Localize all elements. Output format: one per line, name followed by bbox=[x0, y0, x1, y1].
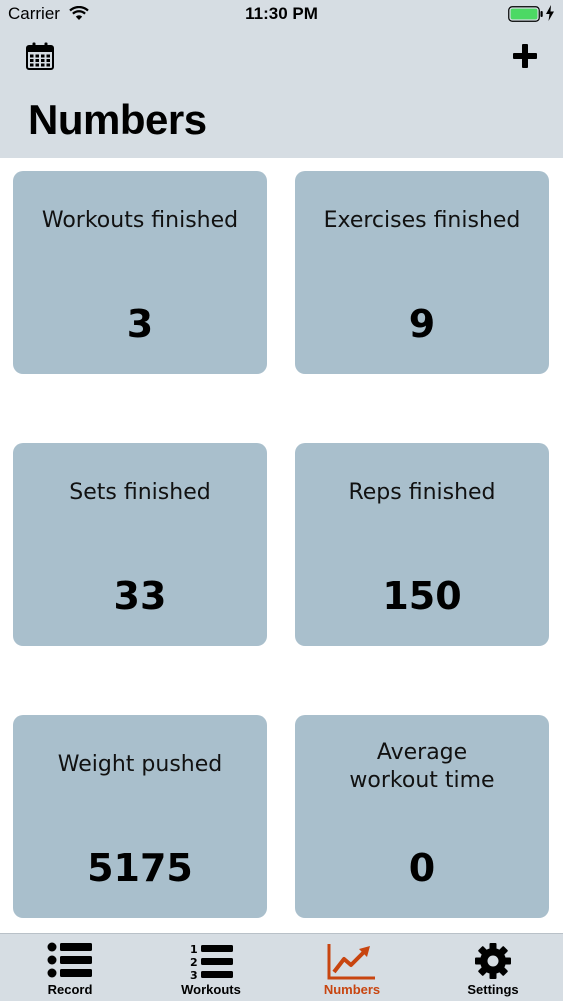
stat-card-exercises: Exercises finished 9 bbox=[295, 171, 549, 374]
tab-settings[interactable]: Settings bbox=[423, 934, 563, 1001]
tab-label: Record bbox=[47, 982, 93, 997]
tab-numbers[interactable]: Numbers bbox=[282, 934, 422, 1001]
battery-icon bbox=[508, 6, 543, 22]
stat-label: Weight pushed bbox=[57, 752, 223, 777]
chart-icon bbox=[327, 944, 375, 980]
tab-label: Workouts bbox=[181, 982, 241, 997]
numbered-list-icon: 1 2 3 bbox=[190, 943, 233, 980]
gear-icon bbox=[475, 943, 511, 979]
stat-label: Sets finished bbox=[69, 480, 211, 505]
stat-card-average-time: Average workout time 0 bbox=[295, 715, 549, 918]
list-icon bbox=[47, 942, 92, 978]
calendar-icon[interactable] bbox=[25, 41, 55, 71]
stat-value: 150 bbox=[382, 574, 462, 618]
status-time: 11:30 PM bbox=[245, 4, 318, 23]
stat-value: 33 bbox=[113, 574, 167, 618]
stat-value: 3 bbox=[126, 302, 154, 346]
stat-label: Average workout time bbox=[349, 740, 495, 793]
stat-card-reps: Reps finished 150 bbox=[295, 443, 549, 646]
stat-label: Exercises finished bbox=[323, 208, 521, 233]
tab-record[interactable]: Record bbox=[0, 934, 140, 1001]
stat-value: 9 bbox=[408, 302, 436, 346]
stat-value: 0 bbox=[408, 846, 436, 890]
svg-text:1: 1 bbox=[190, 943, 198, 956]
stat-card-workouts: Workouts finished 3 bbox=[13, 171, 267, 374]
stat-card-sets: Sets finished 33 bbox=[13, 443, 267, 646]
header: Carrier 11:30 PM Numbers bbox=[0, 0, 563, 158]
charging-icon bbox=[546, 5, 554, 21]
svg-text:3: 3 bbox=[190, 969, 198, 980]
svg-text:2: 2 bbox=[190, 956, 198, 969]
tab-label: Numbers bbox=[323, 982, 381, 997]
stat-card-weight: Weight pushed 5175 bbox=[13, 715, 267, 918]
stat-label: Workouts finished bbox=[41, 208, 239, 233]
tab-workouts[interactable]: 1 2 3 Workouts bbox=[141, 934, 281, 1001]
stat-label: Reps finished bbox=[348, 480, 496, 505]
stat-value: 5175 bbox=[87, 846, 193, 890]
tab-bar: Record 1 2 3 Workouts Numbers Settings bbox=[0, 933, 563, 1001]
tab-label: Settings bbox=[467, 982, 519, 997]
plus-icon[interactable] bbox=[511, 42, 539, 70]
status-bar: Carrier 11:30 PM bbox=[0, 0, 563, 30]
page-title: Numbers bbox=[28, 96, 207, 143]
